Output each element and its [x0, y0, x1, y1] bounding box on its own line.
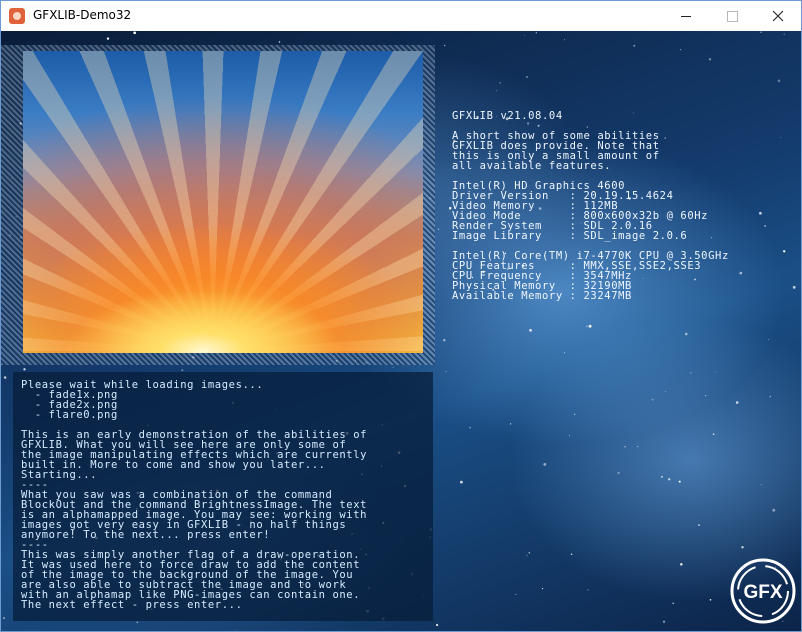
star [588, 324, 592, 328]
text-line: Image Library : SDL_image 2.0.6 [452, 230, 688, 242]
sunset-image [23, 51, 423, 353]
star [436, 623, 439, 627]
star [651, 398, 654, 401]
app-window: GFXLIB-Demo32 Please wait while loading … [0, 0, 802, 632]
star [624, 446, 626, 448]
star [445, 370, 447, 372]
maximize-button[interactable] [709, 1, 755, 31]
star [678, 480, 681, 483]
log-text: Please wait while loading images... - fa… [21, 380, 367, 611]
star [535, 32, 537, 34]
star [705, 395, 707, 397]
star [768, 339, 770, 341]
star [236, 629, 238, 631]
star [739, 271, 743, 275]
star [680, 563, 683, 566]
star [23, 368, 26, 371]
title-bar[interactable]: GFXLIB-Demo32 [1, 1, 801, 31]
star [780, 137, 782, 139]
text-line: anymore! To the next... press enter! [21, 529, 271, 541]
star [792, 285, 796, 289]
star [2, 617, 6, 620]
star [278, 41, 281, 43]
star [392, 366, 394, 369]
star [568, 434, 570, 436]
star [443, 339, 446, 342]
star [496, 90, 498, 92]
star [690, 371, 692, 374]
star [783, 250, 786, 253]
star [3, 376, 7, 379]
star [133, 31, 137, 35]
star [672, 602, 675, 605]
star [443, 44, 446, 47]
minimize-button[interactable] [663, 1, 709, 31]
star [637, 445, 639, 448]
star [564, 352, 566, 354]
star [715, 371, 717, 373]
star [524, 35, 525, 37]
gfx-logo: GFX [730, 558, 796, 624]
system-info-text: GFXLIB v21.08.04 A short show of some ab… [452, 110, 729, 302]
star [617, 471, 620, 475]
star [712, 433, 715, 435]
close-icon [772, 10, 784, 22]
star [741, 545, 744, 549]
window-title: GFXLIB-Demo32 [33, 8, 132, 22]
star [528, 552, 530, 554]
star [587, 589, 589, 591]
demo-canvas[interactable]: Please wait while loading images... - fa… [1, 31, 801, 631]
star [573, 413, 576, 416]
logo-text: GFX [743, 582, 782, 603]
close-button[interactable] [755, 1, 801, 31]
star [529, 328, 532, 332]
star [541, 588, 544, 590]
star [106, 37, 110, 40]
star [633, 44, 636, 47]
star [564, 39, 566, 41]
maximize-icon [726, 10, 738, 22]
minimize-icon [681, 15, 691, 17]
star [136, 621, 139, 624]
star [769, 395, 772, 398]
star [586, 325, 588, 327]
star [499, 81, 502, 84]
star [698, 524, 700, 526]
star [759, 211, 762, 215]
star [735, 401, 739, 404]
star [668, 478, 671, 481]
star [760, 484, 762, 486]
text-line: Starting... [21, 469, 98, 481]
text-line: Available Memory : 23247MB [452, 290, 632, 302]
star [708, 58, 712, 61]
text-line: all available features. [452, 160, 612, 172]
star [660, 475, 663, 478]
text-line: - flare0.png [21, 409, 118, 421]
star [772, 508, 776, 512]
star [662, 620, 666, 623]
star [543, 462, 547, 466]
star [469, 426, 472, 429]
text-line: The next effect - press enter... [21, 599, 243, 611]
star [777, 79, 781, 83]
star [783, 33, 785, 35]
star [684, 332, 688, 336]
star [438, 228, 440, 230]
star [665, 391, 667, 392]
star [764, 225, 766, 227]
app-icon[interactable] [9, 8, 25, 24]
star [709, 598, 712, 601]
star [526, 75, 528, 78]
star [460, 480, 463, 484]
star [680, 49, 682, 51]
star [570, 553, 573, 555]
star [526, 554, 528, 557]
star [760, 31, 762, 33]
star [509, 423, 512, 425]
star [515, 594, 517, 595]
text-line: GFXLIB v21.08.04 [452, 110, 563, 122]
